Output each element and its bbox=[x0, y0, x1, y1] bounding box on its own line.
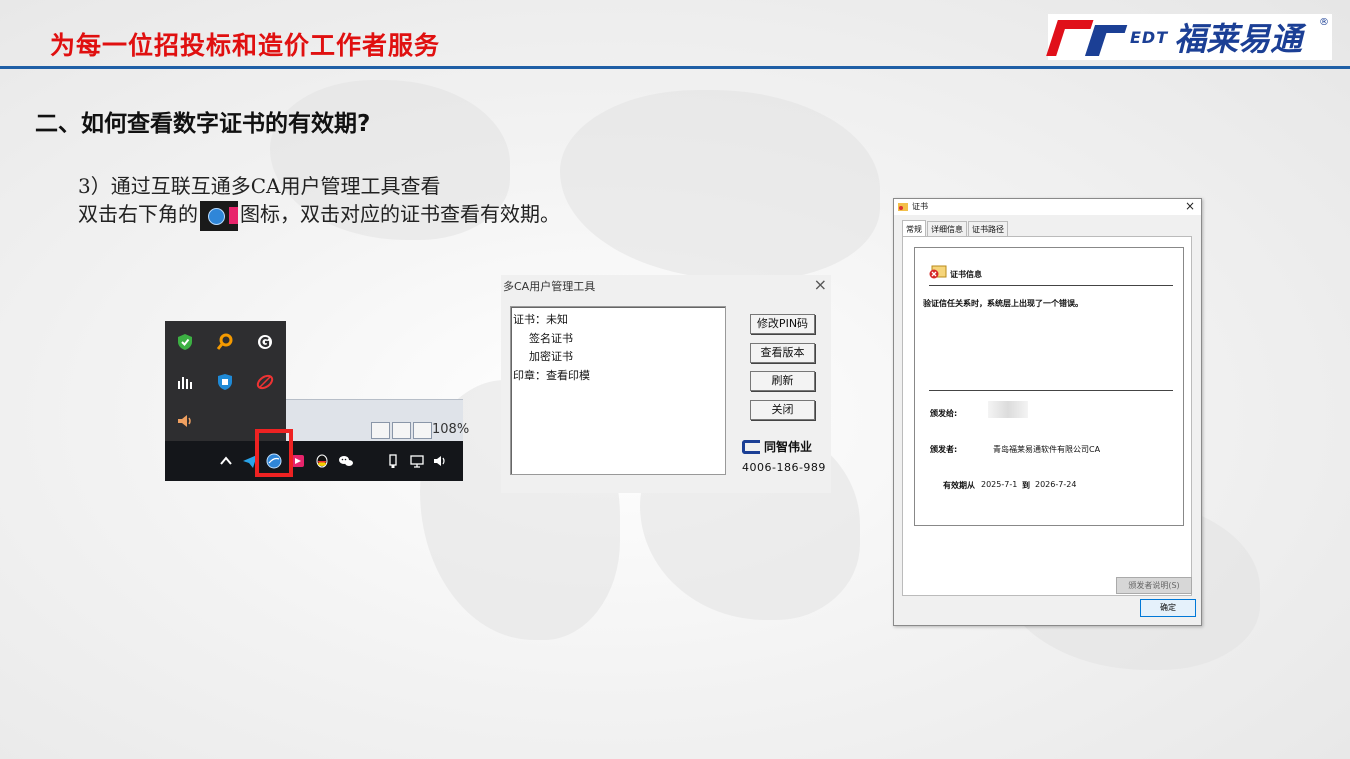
windows-taskbar bbox=[165, 429, 463, 481]
divider bbox=[929, 390, 1173, 391]
company-logo: EDT 福莱易通 ® bbox=[1046, 14, 1332, 60]
issued-to-label: 颁发给: bbox=[930, 409, 958, 418]
ca-tool-title: 多CA用户管理工具 bbox=[503, 280, 596, 293]
valid-from-value: 2025-7-1 bbox=[981, 480, 1018, 489]
zoom-level[interactable]: 108% bbox=[432, 422, 469, 437]
logo-registered-mark: ® bbox=[1319, 17, 1329, 28]
tray-overflow-popup bbox=[165, 321, 286, 441]
close-icon[interactable]: × bbox=[1185, 199, 1195, 213]
refresh-button[interactable]: 刷新 bbox=[750, 371, 815, 391]
validity-label: 有效期从 bbox=[943, 481, 975, 490]
wechat-icon[interactable] bbox=[338, 453, 354, 469]
search-icon[interactable] bbox=[216, 333, 234, 351]
background-map-shape bbox=[560, 90, 880, 280]
print-layout-view-icon[interactable] bbox=[371, 422, 390, 439]
chevron-up-icon[interactable] bbox=[218, 453, 234, 469]
step-line-2-after: 图标，双击对应的证书查看有效期。 bbox=[240, 202, 560, 226]
vendor-phone: 4006-186-989 bbox=[742, 461, 826, 474]
word-status-bar: 108% bbox=[286, 399, 469, 442]
general-tab-panel: 证书信息 验证信任关系时，系统层上出现了一个错误。 颁发给: 颁发者: 青岛福莱… bbox=[902, 236, 1192, 596]
vendor-name: 同智伟业 bbox=[764, 440, 813, 454]
validity-to-label: 到 bbox=[1022, 481, 1030, 490]
network-icon[interactable] bbox=[409, 453, 425, 469]
certificate-info-title: 证书信息 bbox=[950, 270, 982, 279]
outline-view-icon[interactable] bbox=[413, 422, 432, 439]
logo-chinese: 福莱易通 bbox=[1174, 20, 1303, 58]
dialog-title: 证书 bbox=[912, 202, 928, 211]
section-title: 二、如何查看数字证书的有效期? bbox=[35, 111, 371, 137]
shield-icon[interactable] bbox=[176, 333, 194, 351]
certificate-icon bbox=[898, 203, 908, 211]
dialog-titlebar: 证书 × bbox=[894, 199, 1201, 215]
view-version-button[interactable]: 查看版本 bbox=[750, 343, 815, 363]
taskbar-screenshot: 108% bbox=[165, 321, 469, 481]
vendor-logo: 同智伟业 bbox=[742, 438, 812, 455]
change-pin-button[interactable]: 修改PIN码 bbox=[750, 314, 815, 334]
certificate-error-icon bbox=[929, 265, 947, 279]
certificate-info-box: 证书信息 验证信任关系时，系统层上出现了一个错误。 颁发给: 颁发者: 青岛福莱… bbox=[914, 247, 1184, 526]
tree-item-seal[interactable]: 印章：查看印模 bbox=[513, 367, 590, 383]
slogan: 为每一位招投标和造价工作者服务 bbox=[50, 31, 441, 60]
logo-latin: EDT bbox=[1130, 27, 1169, 47]
close-button[interactable]: 关闭 bbox=[750, 400, 815, 420]
step-line-1: 3）通过互联互通多CA用户管理工具查看 bbox=[78, 174, 441, 198]
issued-by-value: 青岛福莱易通软件有限公司CA bbox=[993, 445, 1101, 454]
qq-icon[interactable] bbox=[314, 453, 330, 469]
tree-item-encrypt-cert[interactable]: 加密证书 bbox=[529, 348, 573, 364]
tree-item-cert[interactable]: 证书：未知 bbox=[513, 311, 568, 327]
certificate-tree: 证书：未知 签名证书 加密证书 印章：查看印模 bbox=[510, 306, 726, 475]
divider bbox=[929, 285, 1173, 286]
tab-general[interactable]: 常规 bbox=[902, 220, 926, 237]
web-layout-view-icon[interactable] bbox=[392, 422, 411, 439]
usb-icon[interactable] bbox=[385, 453, 401, 469]
ok-button[interactable]: 确定 bbox=[1140, 599, 1196, 617]
header-divider bbox=[0, 66, 1350, 69]
view-mode-buttons bbox=[371, 422, 434, 440]
close-icon[interactable]: × bbox=[814, 275, 827, 294]
ca-tray-icon bbox=[200, 200, 238, 231]
certificate-dialog: 证书 × 常规 详细信息 证书路径 证书信息 验证信任关系时，系统层上出现了一个… bbox=[893, 198, 1202, 626]
tree-item-sign-cert[interactable]: 签名证书 bbox=[529, 330, 573, 346]
ca-tool-window: 多CA用户管理工具 × 证书：未知 签名证书 加密证书 印章：查看印模 修改PI… bbox=[501, 275, 831, 493]
volume-icon[interactable] bbox=[432, 453, 448, 469]
issued-by-label: 颁发者: bbox=[930, 445, 958, 454]
step-line-2: 双击右下角的 图标，双击对应的证书查看有效期。 bbox=[78, 198, 560, 231]
vendor-logo-icon bbox=[742, 439, 760, 454]
logitech-icon[interactable] bbox=[256, 333, 274, 351]
leaf-icon[interactable] bbox=[256, 373, 274, 391]
issuer-statement-button[interactable]: 颁发者说明(S) bbox=[1116, 577, 1192, 594]
issued-to-redacted bbox=[988, 401, 1028, 418]
audio-bars-icon[interactable] bbox=[176, 373, 194, 391]
highlight-box bbox=[255, 429, 293, 477]
trust-error-message: 验证信任关系时，系统层上出现了一个错误。 bbox=[923, 299, 1083, 308]
defender-icon[interactable] bbox=[216, 373, 234, 391]
speaker-icon[interactable] bbox=[176, 412, 194, 430]
valid-to-value: 2026-7-24 bbox=[1035, 480, 1077, 489]
logo-mark-icon bbox=[1046, 17, 1130, 57]
step-line-2-before: 双击右下角的 bbox=[78, 202, 198, 226]
